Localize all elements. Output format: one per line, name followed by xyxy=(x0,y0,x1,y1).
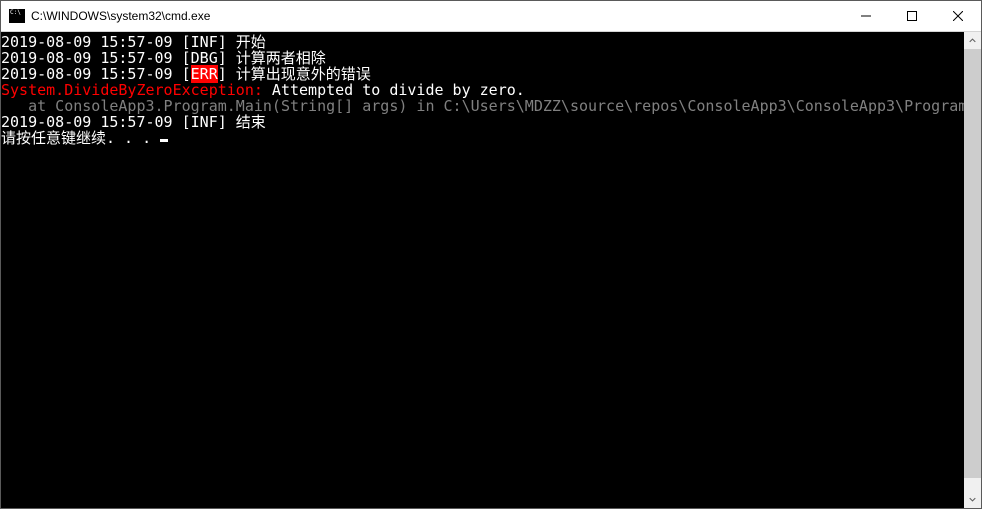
title-bar[interactable]: C:\WINDOWS\system32\cmd.exe xyxy=(1,1,981,32)
console-area: 2019-08-09 15:57-09 [INF] 开始2019-08-09 1… xyxy=(1,32,981,508)
prompt-text: 请按任意键继续. . . xyxy=(1,129,160,147)
minimize-icon xyxy=(861,11,871,21)
minimize-button[interactable] xyxy=(843,1,889,31)
cmd-icon xyxy=(9,9,25,23)
chevron-down-icon xyxy=(969,496,976,503)
scroll-up-button[interactable] xyxy=(964,32,981,49)
console-output[interactable]: 2019-08-09 15:57-09 [INF] 开始2019-08-09 1… xyxy=(1,32,964,508)
log-line: 2019-08-09 15:57-09 [INF] 结束 xyxy=(1,114,964,130)
chevron-up-icon xyxy=(969,37,976,44)
log-line: 2019-08-09 15:57-09 [INF] 开始 xyxy=(1,34,964,50)
prompt-line: 请按任意键继续. . . xyxy=(1,130,964,146)
maximize-icon xyxy=(907,11,917,21)
log-line: 2019-08-09 15:57-09 [ERR] 计算出现意外的错误 xyxy=(1,66,964,82)
window-controls xyxy=(843,1,981,31)
log-message: ] 结束 xyxy=(218,113,266,131)
stack-trace-line: at ConsoleApp3.Program.Main(String[] arg… xyxy=(1,98,964,114)
vertical-scrollbar[interactable] xyxy=(964,32,981,508)
close-button[interactable] xyxy=(935,1,981,31)
window-title: C:\WINDOWS\system32\cmd.exe xyxy=(31,9,843,23)
scroll-down-button[interactable] xyxy=(964,491,981,508)
scroll-track[interactable] xyxy=(964,49,981,491)
scroll-thumb[interactable] xyxy=(964,49,981,478)
log-level-inf: INF xyxy=(191,113,218,131)
exception-line: System.DivideByZeroException: Attempted … xyxy=(1,82,964,98)
cursor xyxy=(160,139,168,142)
maximize-button[interactable] xyxy=(889,1,935,31)
log-line: 2019-08-09 15:57-09 [DBG] 计算两者相除 xyxy=(1,50,964,66)
close-icon xyxy=(953,11,963,21)
